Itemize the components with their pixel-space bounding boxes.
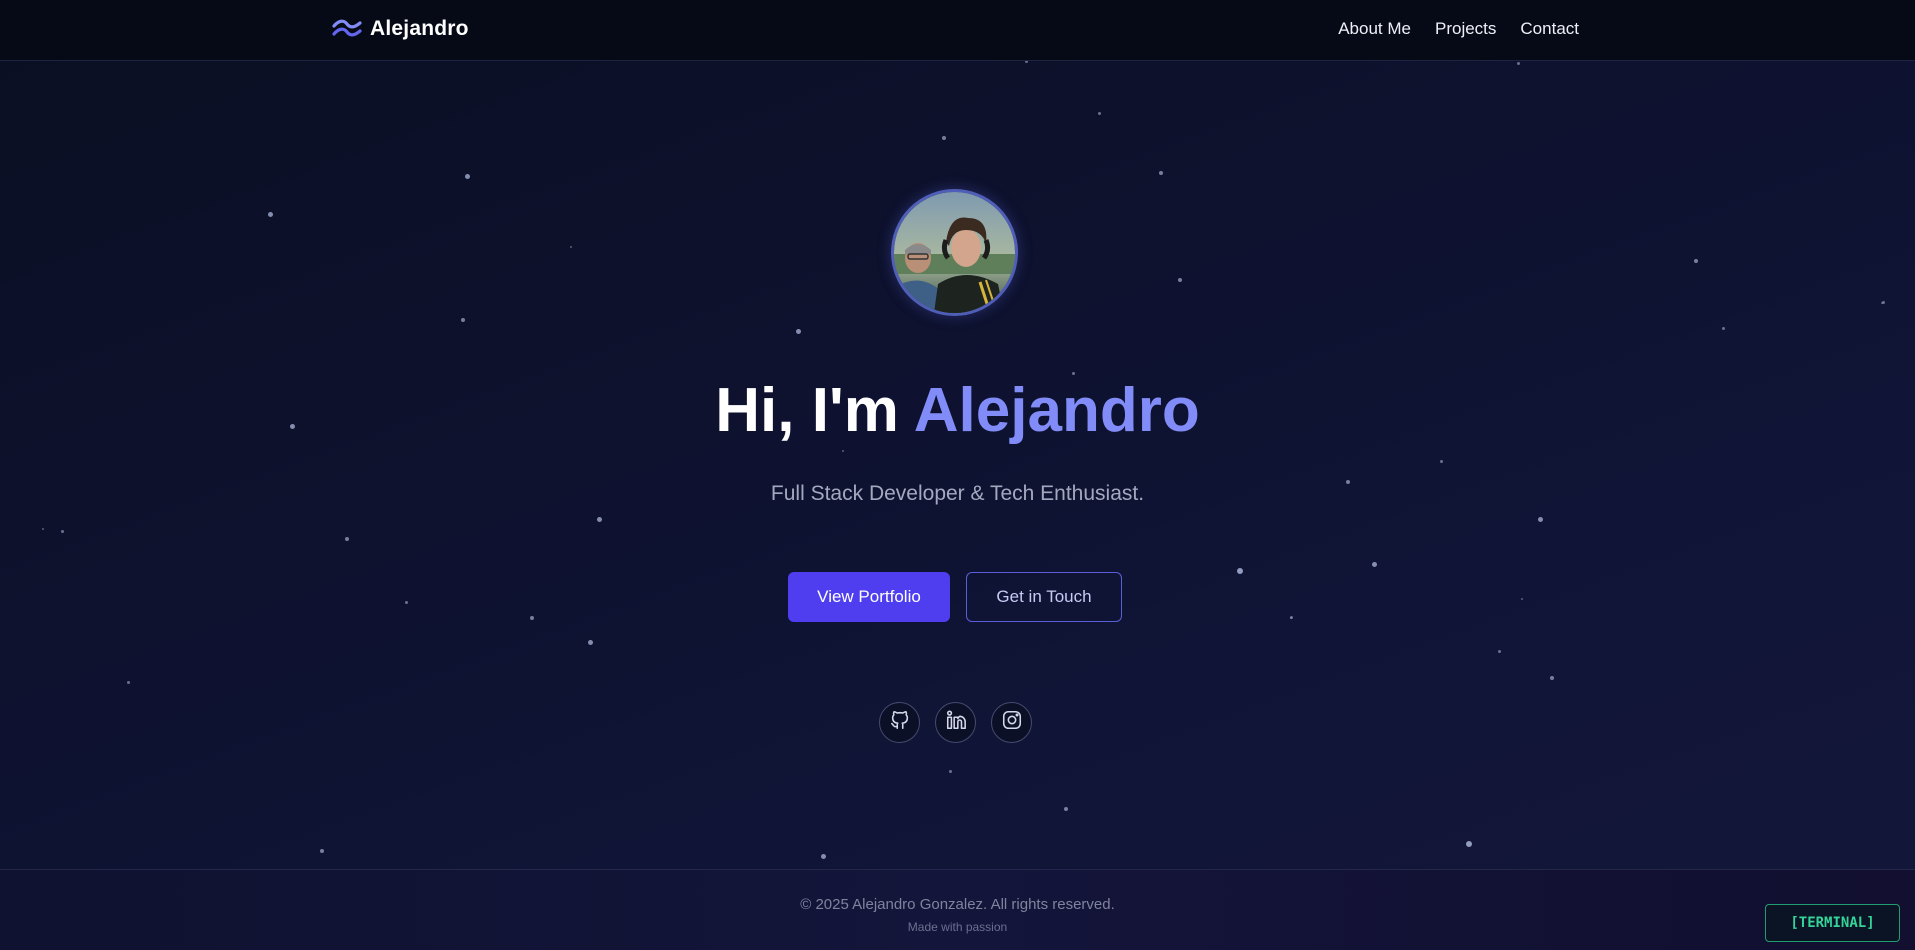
star-dot bbox=[1498, 650, 1501, 653]
hero-greeting: Hi, I'm bbox=[715, 376, 914, 445]
instagram-link[interactable] bbox=[991, 702, 1032, 743]
star-dot bbox=[465, 174, 470, 179]
star-dot bbox=[1290, 616, 1293, 619]
profile-avatar bbox=[891, 189, 1018, 316]
star-dot bbox=[1694, 259, 1698, 263]
star-dot bbox=[42, 528, 44, 530]
star-dot bbox=[1098, 112, 1101, 115]
terminal-button[interactable]: [TERMINAL] bbox=[1765, 904, 1900, 942]
linkedin-link[interactable] bbox=[935, 702, 976, 743]
view-portfolio-button[interactable]: View Portfolio bbox=[788, 572, 950, 622]
star-dot bbox=[345, 537, 349, 541]
star-dot bbox=[570, 246, 572, 248]
star-dot bbox=[842, 450, 844, 452]
star-dot bbox=[942, 136, 946, 140]
instagram-icon bbox=[1001, 709, 1023, 736]
copyright-text: © 2025 Alejandro Gonzalez. All rights re… bbox=[800, 896, 1115, 913]
star-dot bbox=[268, 212, 273, 217]
site-footer: © 2025 Alejandro Gonzalez. All rights re… bbox=[0, 869, 1915, 950]
star-dot bbox=[1722, 327, 1725, 330]
linkedin-icon bbox=[945, 709, 967, 736]
star-dot bbox=[61, 530, 64, 533]
star-dot bbox=[1550, 676, 1554, 680]
star-dot bbox=[796, 329, 801, 334]
profile-photo bbox=[894, 192, 1015, 313]
star-dot bbox=[1517, 62, 1520, 65]
star-dot bbox=[461, 318, 465, 322]
star-dot bbox=[597, 517, 602, 522]
nav-projects[interactable]: Projects bbox=[1435, 19, 1496, 39]
brand-name: Alejandro bbox=[370, 17, 469, 40]
star-dot bbox=[1237, 568, 1243, 574]
nav-contact[interactable]: Contact bbox=[1520, 19, 1579, 39]
star-dot bbox=[1521, 598, 1523, 600]
star-dot bbox=[320, 849, 324, 853]
github-icon bbox=[889, 709, 911, 736]
site-header: Alejandro About Me Projects Contact bbox=[0, 0, 1915, 61]
star-dot bbox=[1159, 171, 1163, 175]
star-dot bbox=[405, 601, 408, 604]
starfield-background bbox=[0, 0, 1915, 950]
star-dot bbox=[1466, 841, 1472, 847]
wave-logo-icon bbox=[332, 18, 362, 40]
hero-subtitle: Full Stack Developer & Tech Enthusiast. bbox=[770, 482, 1145, 505]
star-dot bbox=[1290, 617, 1292, 619]
star-dot bbox=[821, 854, 826, 859]
made-with-text: Made with passion bbox=[907, 920, 1008, 934]
main-nav: About Me Projects Contact bbox=[1314, 19, 1579, 39]
hero-title: Hi, I'm Alejandro bbox=[0, 375, 1915, 446]
star-dot bbox=[1064, 807, 1068, 811]
star-dot bbox=[1538, 517, 1543, 522]
star-dot bbox=[588, 640, 593, 645]
github-link[interactable] bbox=[879, 702, 920, 743]
star-dot bbox=[1882, 301, 1885, 304]
star-dot bbox=[1372, 562, 1377, 567]
star-dot bbox=[127, 681, 130, 684]
star-dot bbox=[1440, 460, 1443, 463]
star-dot bbox=[949, 770, 952, 773]
nav-about-me[interactable]: About Me bbox=[1338, 19, 1411, 39]
social-links bbox=[879, 702, 1047, 743]
hero-name: Alejandro bbox=[913, 376, 1200, 445]
star-dot bbox=[530, 616, 534, 620]
star-dot bbox=[1178, 278, 1182, 282]
brand[interactable]: Alejandro bbox=[332, 17, 469, 41]
star-dot bbox=[1881, 302, 1883, 304]
get-in-touch-button[interactable]: Get in Touch bbox=[966, 572, 1122, 622]
